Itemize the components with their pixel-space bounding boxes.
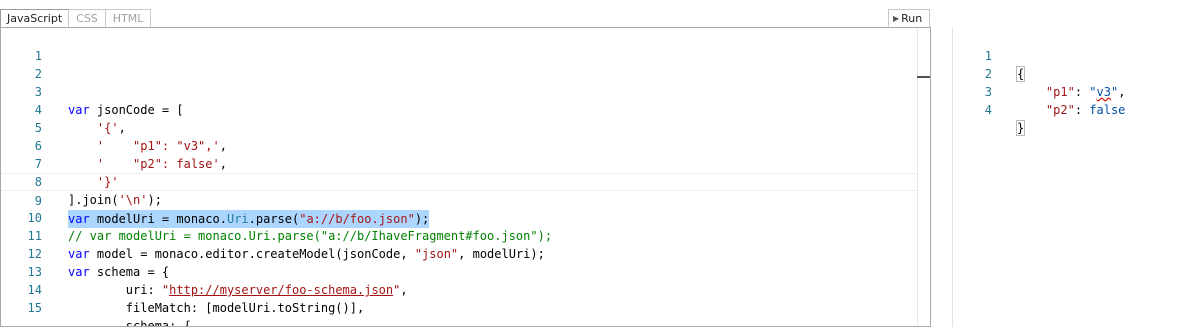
code-line: 5 ' "p1": "v3",', xyxy=(1,101,917,153)
play-icon: ▶ xyxy=(893,14,900,23)
json-text: } xyxy=(1015,120,1026,136)
json-line: 1 { xyxy=(953,29,1199,82)
line-number: 15 xyxy=(27,301,42,315)
json-editor[interactable]: 1 { 2 "p1": "v3", 3 "p2": false 4 } xyxy=(952,27,1199,327)
code-line: 13 uri: "http://myserver/foo-schema.json… xyxy=(1,245,917,297)
code-line-current: 9 var modelUri = monaco.Uri.parse("a://b… xyxy=(1,173,917,228)
tab-javascript[interactable]: JavaScript xyxy=(0,9,70,28)
tab-html[interactable]: HTML xyxy=(104,9,152,27)
editor-tabs: JavaScript CSS HTML xyxy=(0,9,152,28)
json-line: 2 "p1": "v3", xyxy=(953,47,1199,99)
code-text: schema: { xyxy=(68,319,191,327)
code-line: 12 var schema = { xyxy=(1,227,917,279)
code-line: 3 var jsonCode = [ xyxy=(1,65,917,117)
editor-scrollbar[interactable] xyxy=(917,28,930,326)
code-line: 14 fileMatch: [modelUri.toString()], xyxy=(1,263,917,315)
code-line: 1 xyxy=(1,29,917,63)
run-button[interactable]: ▶ Run xyxy=(888,9,930,27)
json-text: "p2": false xyxy=(1045,103,1126,117)
code-text: fileMatch: [modelUri.toString()], xyxy=(68,301,365,315)
code-line: 10 // var modelUri = monaco.Uri.parse("a… xyxy=(1,191,917,243)
json-line: 3 "p2": false xyxy=(953,65,1199,117)
code-line: 11 var model = monaco.editor.createModel… xyxy=(1,209,917,261)
scrollbar-cursor-marker xyxy=(917,76,930,78)
code-line: 7 '}' xyxy=(1,137,917,189)
line-number: 4 xyxy=(984,103,992,117)
json-line: 4 } xyxy=(953,83,1199,136)
code-line: 4 '{', xyxy=(1,83,917,135)
code-line: 6 ' "p2": false', xyxy=(1,119,917,171)
run-label: Run xyxy=(901,12,923,25)
code-line: 8 ].join('\n'); xyxy=(1,155,917,207)
code-line: 15 schema: { xyxy=(1,281,917,326)
tab-css[interactable]: CSS xyxy=(68,9,106,27)
code-line: 2 xyxy=(1,47,917,81)
code-editor[interactable]: 1 2 3 var jsonCode = [ 4 '{', 5 ' "p1": … xyxy=(0,27,931,327)
